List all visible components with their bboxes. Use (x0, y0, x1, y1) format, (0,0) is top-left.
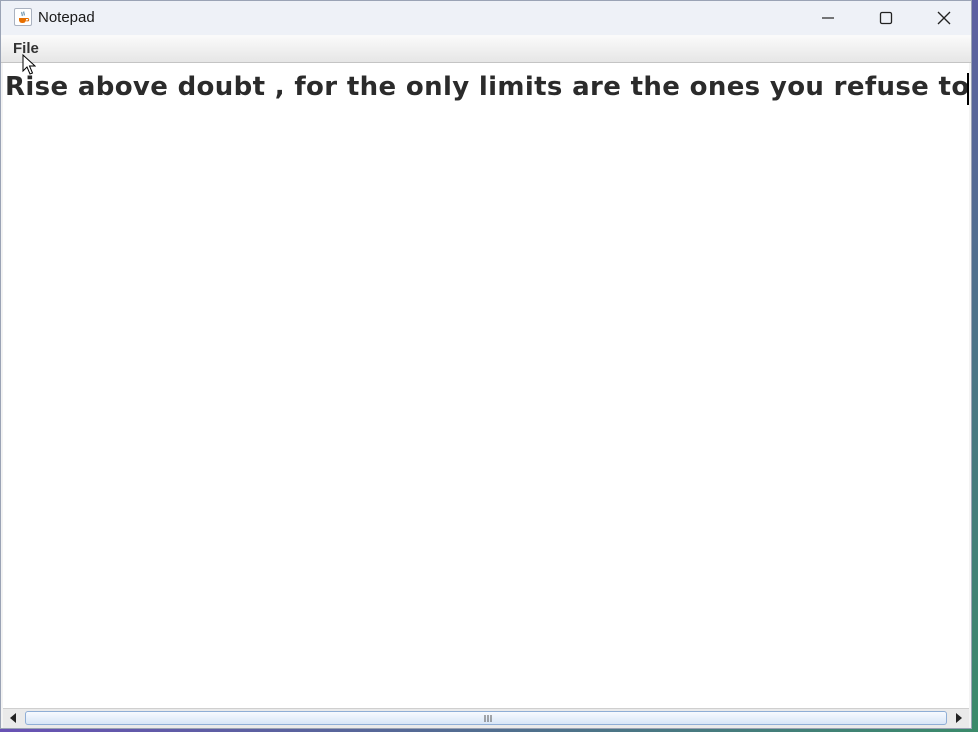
maximize-icon (879, 11, 893, 25)
editor-text[interactable]: Rise above doubt , for the only limits a… (5, 68, 969, 106)
notepad-window: Notepad File Rise above doubt , for the … (0, 0, 972, 729)
minimize-icon (822, 17, 834, 19)
scroll-thumb[interactable] (25, 711, 947, 725)
java-cup-icon (14, 8, 32, 26)
scroll-left-button[interactable] (3, 709, 23, 728)
menu-bar: File (1, 35, 971, 63)
text-caret (967, 73, 969, 105)
scroll-right-button[interactable] (949, 709, 969, 728)
horizontal-scrollbar[interactable] (3, 708, 969, 728)
maximize-button[interactable] (857, 1, 915, 35)
close-icon (937, 11, 951, 25)
close-button[interactable] (915, 1, 973, 35)
arrow-right-icon (956, 713, 962, 723)
grip-icon (484, 715, 492, 722)
arrow-left-icon (10, 713, 16, 723)
text-editor-area[interactable]: Rise above doubt , for the only limits a… (3, 63, 969, 708)
window-title: Notepad (38, 9, 95, 26)
title-bar[interactable]: Notepad (1, 1, 971, 35)
minimize-button[interactable] (799, 1, 857, 35)
mouse-pointer-icon (22, 54, 36, 75)
